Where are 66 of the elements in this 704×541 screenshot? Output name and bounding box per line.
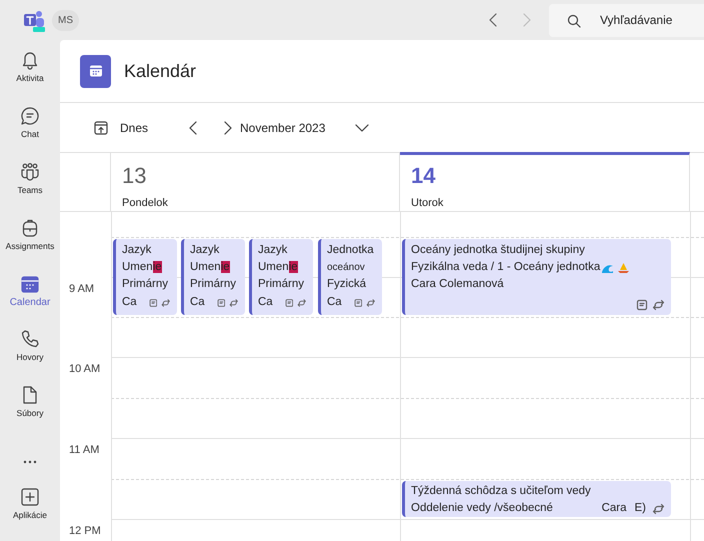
chevron-left-icon — [188, 120, 197, 136]
search-field[interactable]: Vyhľadávanie — [549, 4, 704, 36]
calendar-icon — [88, 64, 102, 78]
sidebar-item[interactable]: Chat — [0, 104, 60, 160]
event-card[interactable]: Jazyk Umenie Primárny Ca — [249, 239, 313, 315]
sidebar-item[interactable]: Aktivita — [0, 48, 60, 104]
chevron-right-icon — [522, 12, 532, 28]
chevron-left-icon — [488, 12, 498, 28]
sidebar-item[interactable]: Teams — [0, 160, 60, 216]
event-text: E) — [634, 501, 646, 516]
event-text: Fyzikálna veda / 1 - Oceány jednotka — [411, 260, 600, 275]
event-text: Cara Colemanová — [411, 277, 504, 292]
event-card[interactable]: Jednotka oceánov Fyzická Ca — [318, 239, 382, 315]
period-dropdown[interactable]: November 2023 — [240, 118, 370, 136]
search-icon — [567, 14, 581, 28]
sidebar-item[interactable]: Calendar — [0, 272, 60, 328]
chevron-right-icon — [224, 120, 233, 136]
backpack-icon — [20, 218, 40, 238]
teams-logo-icon — [22, 8, 46, 32]
event-text: Umenie — [190, 260, 230, 275]
more-icon — [23, 460, 37, 464]
event-text: Primárny — [190, 277, 236, 292]
sidebar-item[interactable]: Aplikácie — [0, 485, 60, 541]
event-text: Oddelenie vedy /všeobecné — [411, 501, 553, 516]
event-text: Umenie — [122, 260, 162, 275]
event-card[interactable]: Týždenná schôdza s učiteľom vedy Oddelenie vedy /všeobecné Cara E) — [402, 481, 671, 517]
event-text: Jazyk — [190, 243, 220, 258]
event-text: Týždenná schôdza s učiteľom vedy — [411, 484, 591, 499]
calendar-icon — [20, 274, 40, 294]
event-text: Jednotka — [327, 243, 374, 258]
organizer-text: Ca — [258, 295, 273, 310]
organizer-text: Cara — [602, 501, 626, 516]
organizer-text: Ca — [327, 295, 342, 310]
organizer-text: Ca — [190, 295, 205, 310]
event-text: Umenie — [258, 260, 298, 275]
event-text: Jazyk — [122, 243, 152, 258]
bell-icon — [20, 50, 40, 70]
day-header[interactable]: 14 Utorok — [400, 152, 690, 211]
sailboat-icon — [617, 262, 630, 274]
time-label: 11 AM — [69, 443, 100, 458]
account-badge[interactable]: MS — [52, 10, 79, 30]
event-text: Oceány jednotka študijnej skupiny — [411, 243, 585, 258]
event-text: Fyzická — [327, 277, 366, 292]
event-text: oceánov — [327, 261, 365, 275]
chat-icon — [20, 106, 40, 126]
sidebar-item[interactable]: Súbory — [0, 383, 60, 440]
event-text: Primárny — [258, 277, 304, 292]
day-header[interactable]: 13 Pondelok — [111, 153, 400, 211]
time-label: 12 PM — [69, 524, 101, 539]
today-button[interactable]: Dnes — [94, 118, 148, 136]
event-text: Jazyk — [258, 243, 288, 258]
chevron-down-icon — [355, 124, 370, 132]
event-card[interactable]: Jazyk Umenie Primárny Ca — [113, 239, 177, 315]
sidebar-item[interactable]: Hovory — [0, 327, 60, 384]
phone-icon — [20, 329, 40, 350]
event-text: Primárny — [122, 277, 168, 292]
time-label: 9 AM — [69, 282, 94, 297]
event-card[interactable]: Oceány jednotka študijnej skupiny Fyzikálna veda / 1 - Oceány jednotka Cara Colemanová — [402, 239, 671, 315]
page-title: Kalendár — [124, 60, 196, 82]
people-icon — [20, 162, 40, 182]
event-card[interactable]: Jazyk Umenie Primárny Ca — [181, 239, 245, 315]
organizer-text: Ca — [122, 295, 137, 310]
sidebar-item[interactable]: Assignments — [0, 216, 60, 272]
calendar-today-icon — [94, 120, 108, 134]
add-icon — [20, 487, 40, 508]
time-label: 10 AM — [69, 362, 100, 377]
